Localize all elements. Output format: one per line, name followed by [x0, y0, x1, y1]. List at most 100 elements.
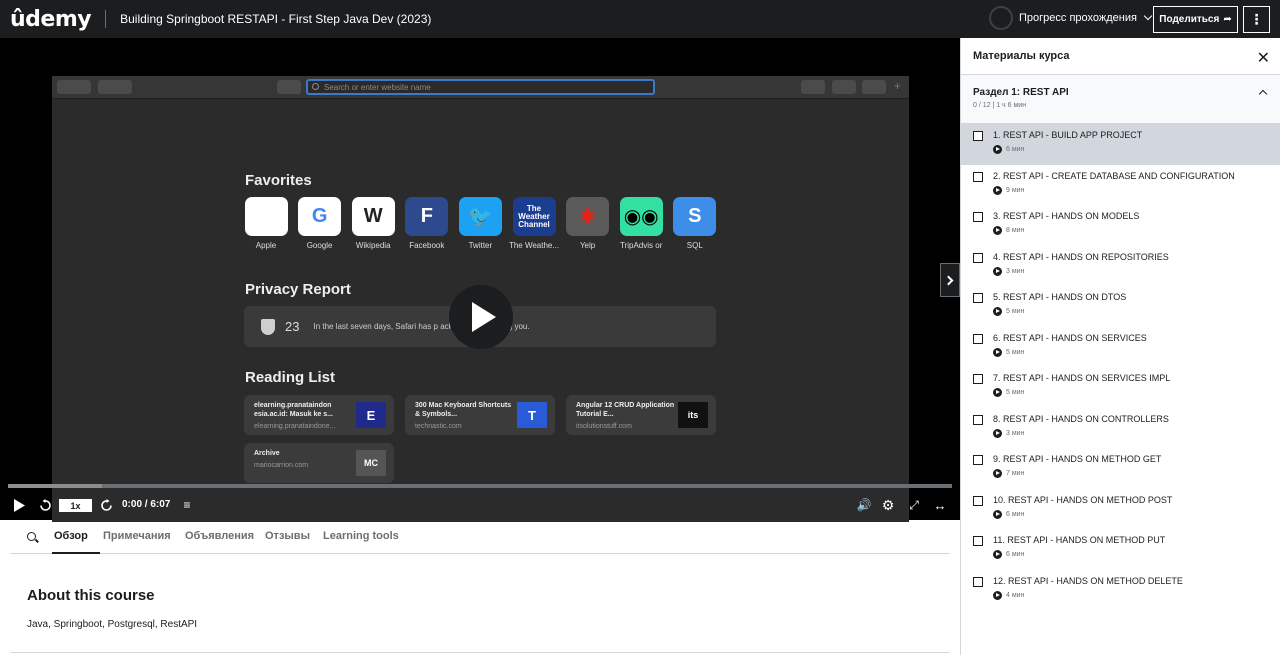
video-frame-browser: Search or enter website name + Favorites…	[52, 76, 909, 522]
lecture-duration: 3 мин	[1006, 267, 1025, 275]
lecture-checkbox[interactable]	[973, 212, 983, 222]
video-play-icon	[993, 428, 1002, 438]
favorite-label: The Weathe...	[508, 241, 560, 250]
video-play-icon	[993, 347, 1002, 357]
lecture-item[interactable]: 8. REST API - HANDS ON CONTROLLERS 3 мин	[961, 408, 1280, 449]
top-bar: ûdemy Building Springboot RESTAPI - Firs…	[0, 0, 1280, 38]
add-note-button[interactable]: ≡	[178, 490, 196, 520]
lecture-item[interactable]: 7. REST API - HANDS ON SERVICES IMPL 5 ми…	[961, 367, 1280, 408]
tabs-grid-icon	[862, 80, 886, 94]
lecture-duration: 9 мин	[1006, 186, 1025, 194]
favorite-item: ◉◉ TripAdvis or	[615, 197, 667, 250]
section-header[interactable]: Раздел 1: REST API 0 / 12 | 1 ч 6 мин	[961, 75, 1280, 124]
lecture-title: 6. REST API - HANDS ON SERVICES	[993, 332, 1147, 343]
lecture-checkbox[interactable]	[973, 414, 983, 425]
favorite-label: Google	[306, 241, 333, 250]
close-icon[interactable]: ✕	[1257, 48, 1270, 68]
settings-button[interactable]: ⚙	[879, 490, 897, 520]
expand-sidebar-button[interactable]	[940, 263, 960, 297]
lecture-duration: 4 мин	[1006, 591, 1025, 599]
header-divider	[105, 10, 107, 28]
progress-dropdown[interactable]: Прогресс прохождения	[989, 6, 1153, 30]
seek-bar[interactable]	[8, 484, 952, 488]
lecture-item[interactable]: 10. REST API - HANDS ON METHOD POST 6 мин	[961, 489, 1280, 530]
udemy-logo[interactable]: ûdemy	[10, 7, 92, 32]
lecture-checkbox[interactable]	[973, 333, 983, 344]
lecture-duration: 5 мин	[1006, 308, 1025, 315]
lecture-list: 1. REST API - BUILD APP PROJECT 6 мин 2. R…	[961, 124, 1280, 610]
video-play-icon	[993, 266, 1002, 276]
lecture-checkbox[interactable]	[973, 536, 983, 546]
lecture-item[interactable]: 4. REST API - HANDS ON REPOSITORIES 3 мин	[961, 246, 1280, 287]
favorites-title: Favorites	[245, 172, 312, 189]
lecture-checkbox[interactable]	[973, 576, 983, 587]
lecture-title: 3. REST API - HANDS ON MODELS	[993, 211, 1140, 221]
play-icon	[14, 498, 25, 512]
favorite-tile-icon: ✱	[566, 197, 610, 236]
favorite-tile-icon: W	[351, 197, 395, 236]
lecture-item[interactable]: 5. REST API - HANDS ON DTOS 5 мин	[961, 286, 1280, 327]
reading-thumbnail: T	[517, 402, 547, 428]
lecture-checkbox[interactable]	[973, 495, 983, 506]
tab-reviews[interactable]: Отзывы	[265, 530, 310, 542]
lecture-item[interactable]: 6. REST API - HANDS ON SERVICES 5 мин	[961, 327, 1280, 368]
favorite-item: G Google	[294, 197, 346, 250]
lecture-item[interactable]: 9. REST API - HANDS ON METHOD GET 7 мин	[961, 448, 1280, 489]
sidebar-title: Материалы курса	[973, 50, 1070, 62]
lecture-title: 12. REST API - HANDS ON METHOD DELETE	[993, 575, 1183, 586]
play-button[interactable]	[10, 490, 28, 520]
playback-speed-button[interactable]: 1x	[59, 499, 92, 512]
favorite-item: The Weather Channel The Weathe...	[508, 197, 560, 250]
favorite-label: Yelp	[579, 241, 596, 250]
lecture-item[interactable]: 11. REST API - HANDS ON METHOD PUT 6 мин	[961, 529, 1280, 570]
more-vertical-icon: ⋮	[1249, 11, 1264, 27]
lecture-duration: 5 мин	[1006, 348, 1025, 356]
tab-notes[interactable]: Примечания	[103, 530, 171, 542]
favorite-label: Apple	[255, 241, 277, 250]
expanded-view-button[interactable]: ↔	[931, 490, 949, 520]
lecture-duration-row: 6 мин	[993, 145, 1280, 154]
video-play-icon	[993, 145, 1002, 154]
lecture-checkbox[interactable]	[973, 293, 983, 303]
lecture-checkbox[interactable]	[973, 455, 983, 465]
lecture-item[interactable]: 2. REST API - CREATE DATABASE AND CONFIG…	[961, 165, 1280, 206]
rewind-icon	[39, 498, 51, 511]
expand-horizontal-icon: ↔	[933, 497, 947, 513]
lecture-checkbox[interactable]	[973, 374, 983, 384]
divider	[10, 652, 950, 653]
lecture-item[interactable]: 1. REST API - BUILD APP PROJECT 6 мин	[961, 124, 1280, 165]
more-options-button[interactable]: ⋮	[1243, 6, 1270, 33]
tab-learning-tools[interactable]: Learning tools	[323, 530, 399, 542]
lecture-duration-row: 6 мин	[993, 509, 1280, 519]
gear-icon: ⚙	[881, 496, 895, 513]
fullscreen-button[interactable]: ⤢	[905, 490, 923, 520]
tab-overview[interactable]: Обзор	[54, 530, 88, 542]
lecture-duration-row: 6 мин	[993, 550, 1280, 559]
tab-announcements[interactable]: Объявления	[185, 530, 254, 542]
rewind-button[interactable]	[36, 490, 54, 520]
lecture-checkbox[interactable]	[973, 171, 983, 182]
favorite-item: S SQL	[669, 197, 721, 250]
lecture-checkbox[interactable]	[973, 131, 983, 141]
lecture-item[interactable]: 12. REST API - HANDS ON METHOD DELETE 4 м…	[961, 570, 1280, 611]
course-title[interactable]: Building Springboot RESTAPI - First Step…	[120, 12, 431, 26]
share-arrow-icon: ➦	[1223, 14, 1232, 25]
video-player[interactable]: Search or enter website name + Favorites…	[0, 38, 960, 522]
section-title: Раздел 1: REST API	[973, 87, 1069, 98]
volume-button[interactable]: 🔊	[855, 490, 873, 520]
forward-button[interactable]	[97, 490, 115, 520]
lecture-item[interactable]: 3. REST API - HANDS ON MODELS 8 мин	[961, 205, 1280, 246]
course-content-sidebar: Материалы курса ✕ Раздел 1: REST API 0 /…	[960, 38, 1280, 655]
lecture-duration: 3 мин	[1006, 429, 1025, 437]
lecture-title: 9. REST API - HANDS ON METHOD GET	[993, 454, 1162, 464]
lecture-duration-row: 5 мин	[993, 307, 1280, 316]
reading-title: Angular 12 CRUD Application Tutorial E..…	[576, 402, 675, 418]
lecture-title: 2. REST API - CREATE DATABASE AND CONFIG…	[993, 170, 1235, 181]
back-forward-icon	[57, 80, 91, 94]
section-meta: 0 / 12 | 1 ч 6 мин	[973, 102, 1027, 109]
share-button[interactable]: Поделиться ➦	[1153, 6, 1238, 33]
play-overlay-button[interactable]	[449, 285, 513, 349]
lecture-duration-row: 5 мин	[993, 388, 1280, 397]
lecture-checkbox[interactable]	[973, 252, 983, 263]
search-icon[interactable]	[27, 532, 36, 541]
